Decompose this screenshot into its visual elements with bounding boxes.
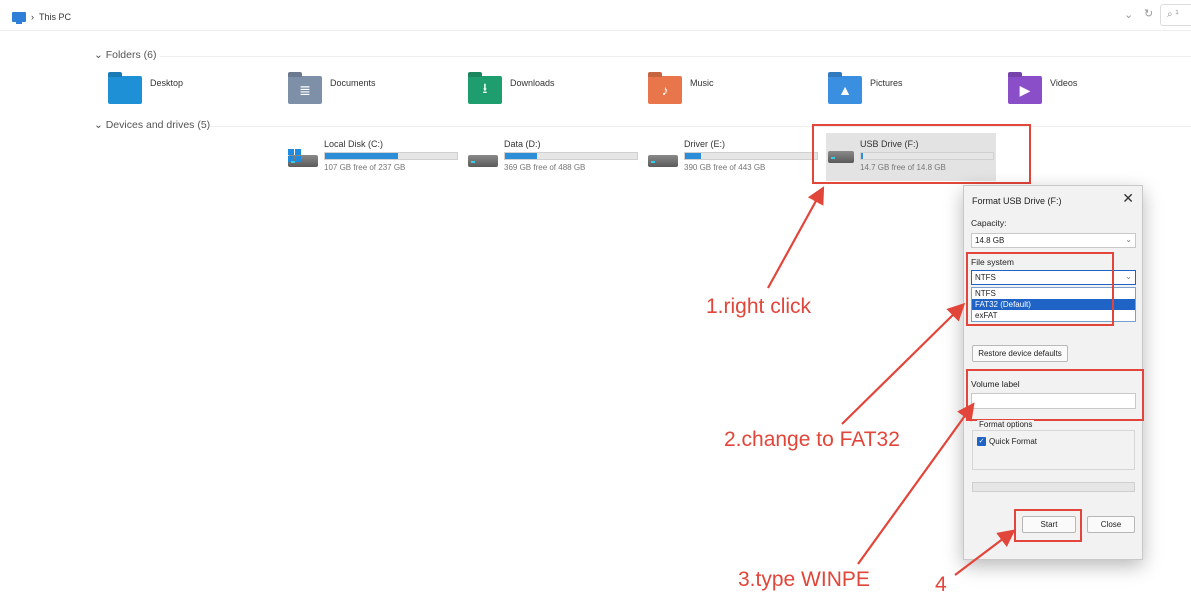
arrow-to-volume-label	[857, 402, 975, 565]
arrow-to-start-button	[954, 529, 1016, 576]
arrow-to-filesystem	[841, 302, 966, 425]
arrow-to-usb-drive	[767, 186, 825, 289]
annotation-arrows	[767, 186, 1016, 576]
